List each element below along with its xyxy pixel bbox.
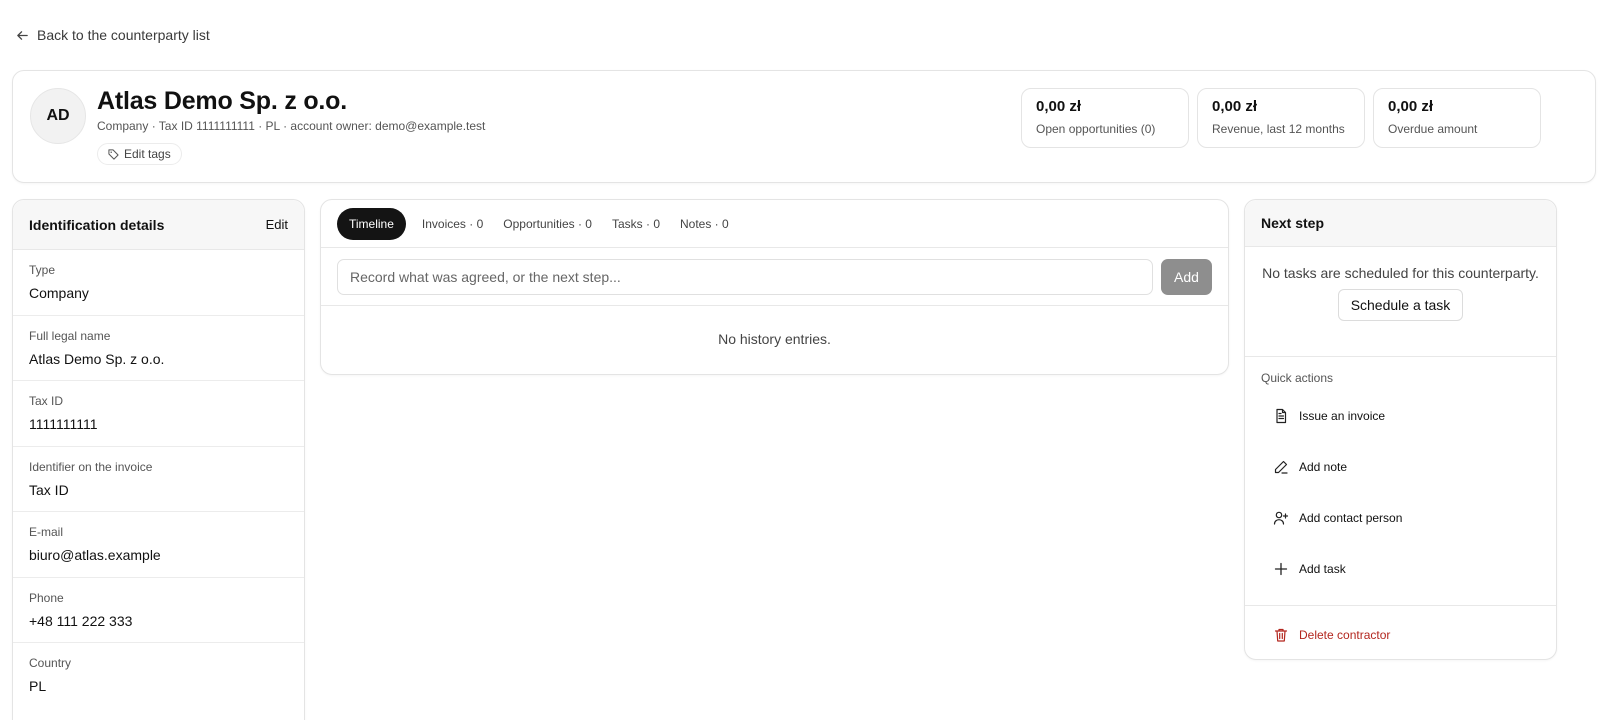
kpi-label: Overdue amount [1388,122,1478,136]
field-email: E-mail biuro@atlas.example [13,512,304,578]
field-legal-name: Full legal name Atlas Demo Sp. z o.o. [13,316,304,381]
field-value: Tax ID [29,481,69,498]
edit-tags-button[interactable]: Edit tags [97,143,182,165]
back-link-label: Back to the counterparty list [37,27,210,43]
document-icon [1276,408,1287,423]
plus-icon [1274,562,1288,575]
timeline-card: Timeline Invoices · 0 Opportunities · 0 … [320,199,1229,375]
tab-tasks[interactable]: Tasks · 0 [608,208,664,240]
edit-button[interactable]: Edit [266,217,288,232]
field-value: biuro@atlas.example [29,547,161,563]
issue-invoice-action[interactable]: Issue an invoice [1245,390,1556,441]
tab-opportunities[interactable]: Opportunities · 0 [499,208,596,240]
timeline-tabs: Timeline Invoices · 0 Opportunities · 0 … [321,200,1228,248]
no-tasks-message: No tasks are scheduled for this counterp… [1262,265,1539,281]
kpi-open-opportunities: 0,00 zł Open opportunities (0) [1021,88,1189,148]
kpi-value: 0,00 zł [1388,98,1434,115]
field-value: +48 111 222 333 [29,612,133,629]
kpi-value: 0,00 zł [1212,98,1258,115]
kpi-label: Revenue, last 12 months [1212,122,1345,136]
next-step-card: Next step No tasks are scheduled for thi… [1244,199,1557,660]
kpi-overdue: 0,00 zł Overdue amount [1373,88,1541,148]
back-link[interactable]: Back to the counterparty list [16,27,210,43]
page-title: Atlas Demo Sp. z o.o. [97,87,347,115]
quick-actions-list: Issue an invoice Add note Add contact pe… [1245,390,1556,594]
identification-card: Identification details Edit Type Company… [12,199,305,720]
field-label: E-mail [29,525,64,539]
field-value: 1111111111 [29,416,98,432]
field-label: Tax ID [29,394,64,408]
user-plus-icon [1273,511,1289,525]
counterparty-header: AD Atlas Demo Sp. z o.o. Company · Tax I… [12,70,1596,183]
kpi-label: Open opportunities (0) [1036,122,1156,136]
identification-title: Identification details [29,216,165,233]
next-step-header: Next step [1245,200,1556,247]
field-label: Country [29,656,72,670]
next-step-body: No tasks are scheduled for this counterp… [1245,247,1556,357]
tag-icon [108,148,119,160]
action-label: Add task [1299,561,1346,576]
avatar: AD [30,88,86,144]
company-meta: Company · Tax ID 1111111111 · PL · accou… [97,119,486,133]
tab-invoices[interactable]: Invoices · 0 [418,208,487,240]
delete-contractor-button[interactable]: Delete contractor [1245,606,1556,663]
next-step-title: Next step [1261,215,1325,231]
field-label: Identifier on the invoice [29,459,153,474]
kpi-revenue: 0,00 zł Revenue, last 12 months [1197,88,1365,148]
field-country: Country PL [13,643,304,709]
quick-actions-label: Quick actions [1261,371,1334,385]
field-phone: Phone +48 111 222 333 [13,578,304,643]
add-entry-button[interactable]: Add [1161,258,1212,295]
field-value: Company [29,285,89,301]
action-label: Add contact person [1299,510,1403,525]
field-type: Type Company [13,250,304,316]
field-invoice-identifier: Identifier on the invoice Tax ID [13,447,304,512]
schedule-task-button[interactable]: Schedule a task [1337,289,1464,321]
kpi-value: 0,00 zł [1036,98,1082,115]
tab-notes[interactable]: Notes · 0 [676,208,733,240]
field-label: Phone [29,590,64,605]
trash-icon [1274,628,1288,642]
add-note-action[interactable]: Add note [1245,441,1556,492]
add-contact-person-action[interactable]: Add contact person [1245,492,1556,543]
identification-header: Identification details Edit [13,200,304,250]
field-label: Full legal name [29,328,111,343]
delete-label: Delete contractor [1299,627,1391,642]
field-value: PL [29,678,47,694]
action-label: Issue an invoice [1299,408,1386,423]
field-value: Atlas Demo Sp. z o.o. [29,350,165,367]
edit-tags-label: Edit tags [124,147,171,161]
add-task-action[interactable]: Add task [1245,543,1556,594]
field-tax-id: Tax ID 1111111111 [13,381,304,447]
field-label: Type [29,263,56,277]
empty-history-message: No history entries. [718,331,831,347]
arrow-left-icon [17,30,28,40]
timeline-composer: Add [321,248,1228,306]
pencil-icon [1274,460,1288,474]
tab-timeline[interactable]: Timeline [337,207,406,240]
timeline-entry-input[interactable] [337,258,1153,295]
action-label: Add note [1299,459,1348,474]
